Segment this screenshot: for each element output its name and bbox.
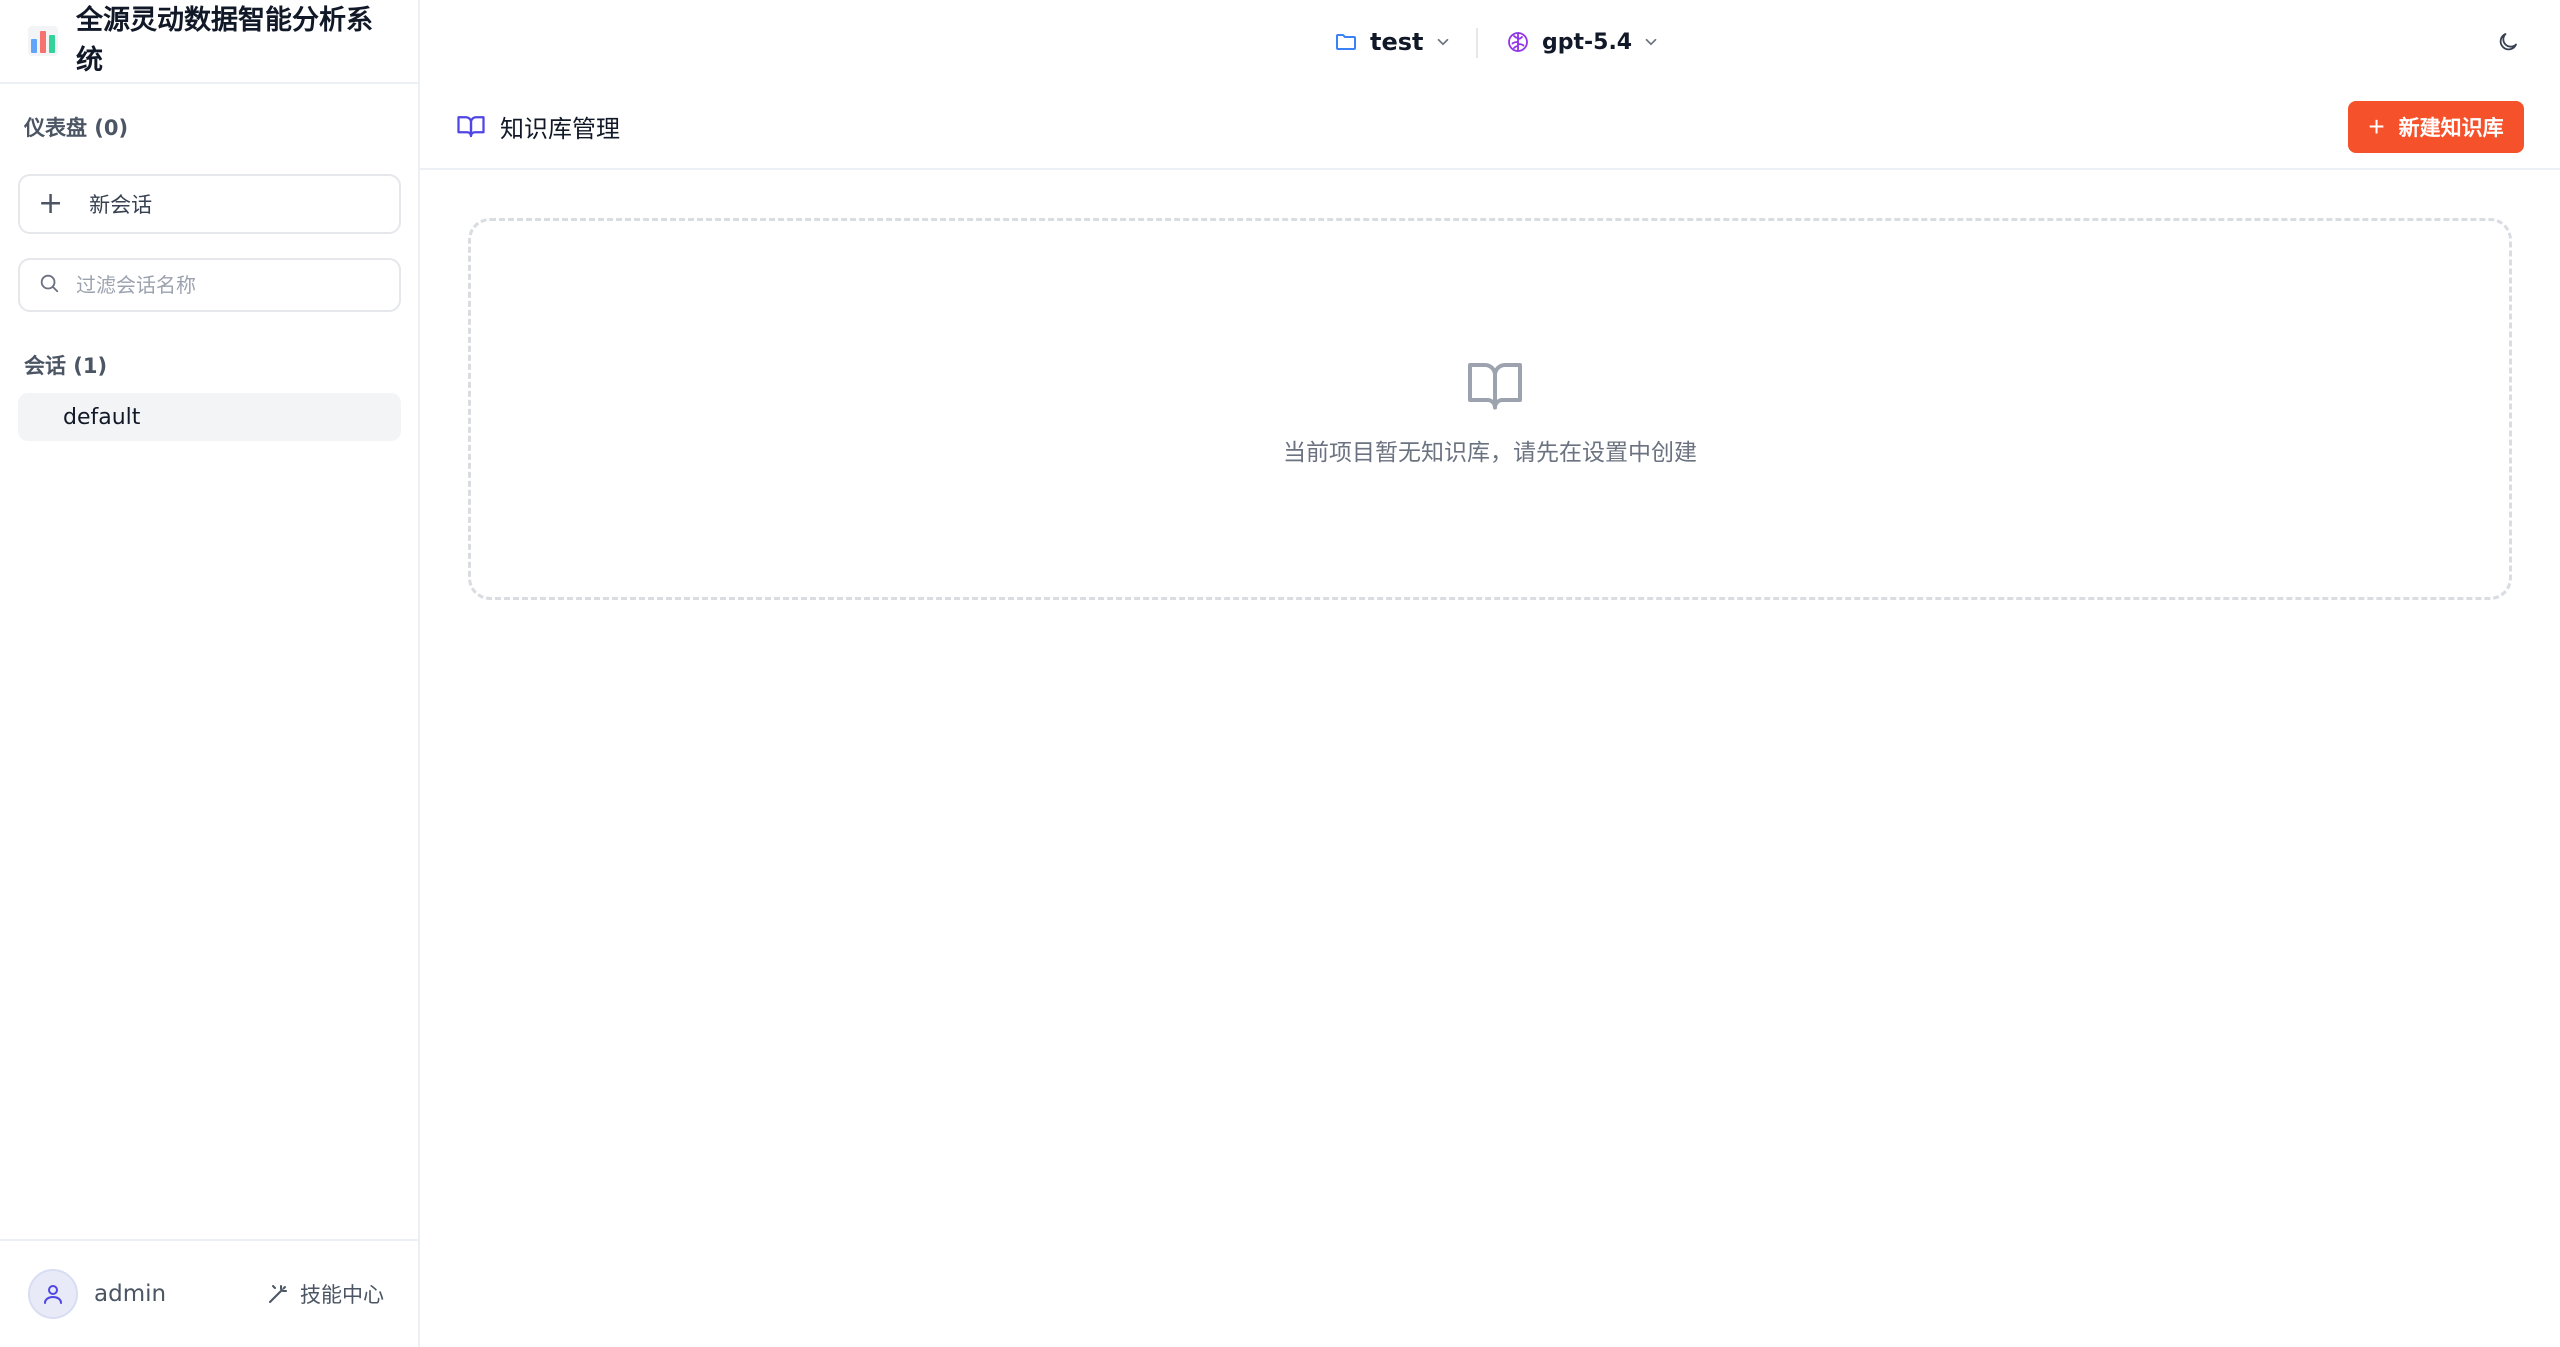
create-knowledge-base-label: 新建知识库	[2398, 117, 2504, 140]
chart-logo-icon	[28, 26, 58, 56]
page-title: 知识库管理	[500, 114, 620, 143]
session-search-input[interactable]	[74, 272, 374, 298]
chevron-down-icon	[1437, 38, 1448, 46]
chevron-down-icon	[1645, 38, 1657, 46]
dashboard-label[interactable]: 仪表盘 (0)	[24, 112, 128, 142]
moon-icon	[2499, 33, 2517, 51]
empty-state: 当前项目暂无知识库，请先在设置中创建	[468, 218, 2512, 600]
new-chat-label: 新会话	[89, 193, 153, 217]
avatar[interactable]	[28, 1269, 78, 1319]
skills-center-button[interactable]: 技能中心	[266, 1279, 384, 1309]
empty-state-message: 当前项目暂无知识库，请先在设置中创建	[1283, 440, 1697, 466]
model-selector[interactable]: gpt-5.4	[1506, 22, 1660, 62]
create-knowledge-base-button[interactable]: + 新建知识库	[2348, 101, 2524, 153]
project-selector[interactable]: test	[1334, 22, 1452, 62]
book-icon	[457, 116, 485, 138]
sidebar: 全源灵动数据智能分析系统 仪表盘 (0) + 新会话 会话 (1) defaul…	[0, 0, 420, 1347]
topbar-divider	[1476, 28, 1478, 58]
project-name: test	[1370, 28, 1424, 56]
app-root: 全源灵动数据智能分析系统 仪表盘 (0) + 新会话 会话 (1) defaul…	[0, 0, 2560, 1347]
username: admin	[94, 1281, 167, 1307]
page-header: 知识库管理 + 新建知识库	[420, 84, 2560, 170]
session-item-default[interactable]: default	[18, 393, 401, 441]
model-name: gpt-5.4	[1542, 29, 1633, 55]
plus-icon: +	[38, 186, 64, 221]
user-icon	[44, 1285, 62, 1304]
sidebar-footer: admin 技能中心	[0, 1239, 418, 1347]
search-icon	[38, 272, 60, 298]
new-chat-button[interactable]: + 新会话	[18, 174, 401, 234]
topbar: test gpt-5.4	[420, 0, 2560, 84]
main-content: test gpt-5.4 知识库管理 + 新建知识库 当前项目暂无知识库，请先在…	[420, 0, 2560, 1347]
brain-icon	[1508, 32, 1528, 52]
sessions-label: 会话 (1)	[24, 354, 108, 378]
app-title: 全源灵动数据智能分析系统	[76, 5, 373, 76]
folder-icon	[1336, 34, 1356, 50]
brand-header: 全源灵动数据智能分析系统	[0, 0, 418, 84]
book-icon	[1468, 363, 1522, 410]
theme-toggle-button[interactable]	[2492, 26, 2524, 58]
session-search[interactable]	[18, 258, 401, 312]
skills-center-label: 技能中心	[300, 1283, 384, 1307]
magic-wand-icon	[269, 1285, 287, 1303]
plus-icon: +	[2368, 111, 2385, 142]
